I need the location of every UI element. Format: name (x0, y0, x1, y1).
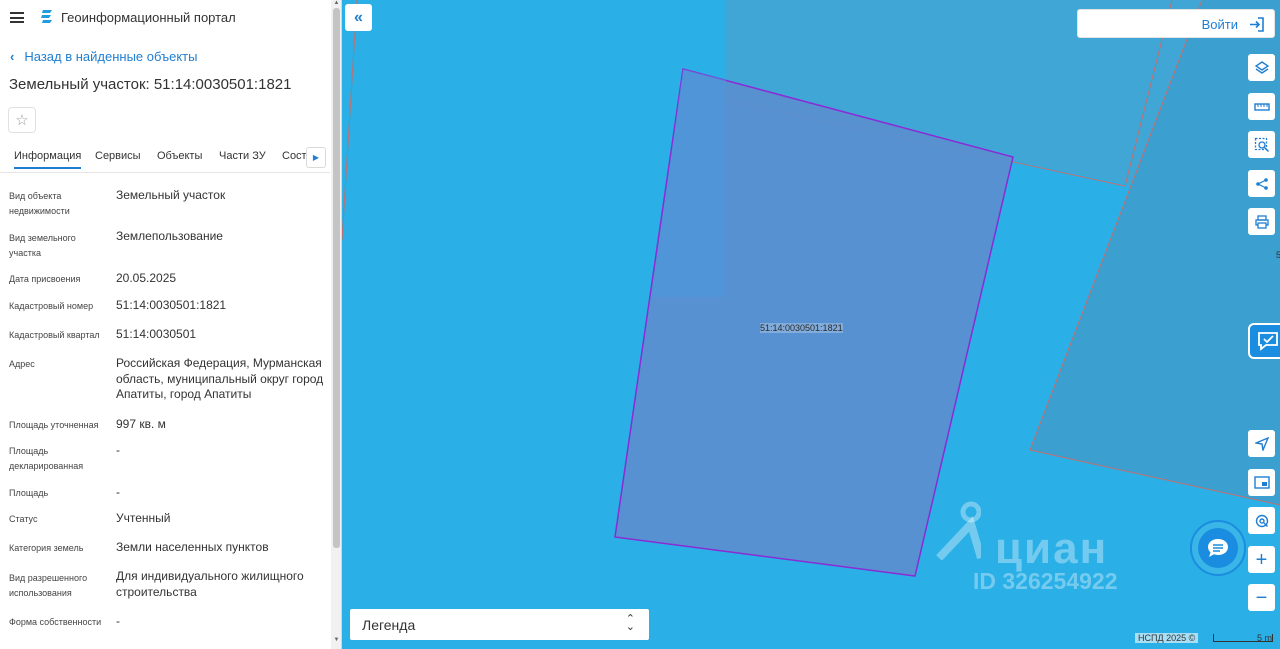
attr-value: - (116, 614, 120, 628)
back-link-label: Назад в найденные объекты (24, 49, 198, 64)
attr-label: Дата присвоения (9, 274, 81, 284)
info-panel: Геоинформационный портал ‹ Назад в найден… (0, 0, 342, 649)
attr-label: Вид земельного участка (9, 233, 76, 258)
feedback-icon (1258, 332, 1278, 351)
select-area-button[interactable] (1248, 131, 1275, 158)
attr-value: - (116, 485, 120, 499)
attr-label: Форма собственности (9, 617, 102, 627)
attr-value: Учтенный (116, 511, 171, 525)
attr-value: - (116, 443, 120, 457)
app-title: Геоинформационный портал (61, 10, 236, 25)
scroll-up-icon[interactable]: ▲ (332, 0, 341, 6)
ruler-icon (1253, 102, 1270, 111)
print-icon (1254, 214, 1269, 229)
geo-search-icon (1255, 514, 1268, 527)
attr-label: Площадь уточненная (9, 420, 99, 430)
menu-icon[interactable] (10, 12, 24, 23)
watermark-id: ID 326254922 (973, 568, 1118, 594)
print-button[interactable] (1248, 208, 1275, 235)
back-link[interactable]: ‹ Назад в найденные объекты (10, 49, 197, 64)
attr-label: Статус (9, 514, 38, 524)
attr-value: 51:14:0030501:1821 (116, 298, 227, 312)
chat-button[interactable] (1190, 520, 1246, 576)
minimap-icon (1253, 476, 1270, 489)
login-icon (1250, 17, 1264, 32)
attr-value: 20.05.2025 (116, 271, 177, 285)
login-button[interactable]: Войти (1077, 9, 1275, 38)
scroll-down-icon[interactable]: ▼ (332, 637, 341, 643)
layers-icon (1254, 60, 1269, 74)
legend-dropdown[interactable]: Легенда ⌃ ⌄ (350, 609, 649, 640)
logo-icon (41, 10, 52, 23)
legend-label: Легенда (362, 617, 416, 633)
minimap-button[interactable] (1248, 469, 1275, 496)
watermark-brand: циан (995, 524, 1109, 573)
attr-value: Землепользование (116, 229, 223, 243)
attr-value: Российская Федерация, Мурманская область… (116, 356, 324, 401)
scrollbar-thumb[interactable] (333, 8, 340, 548)
ruler-button[interactable] (1248, 93, 1275, 120)
tab-parts[interactable]: Части ЗУ (219, 150, 266, 162)
tab-services[interactable]: Сервисы (95, 150, 141, 162)
attr-label: Вид разрешенного использования (9, 573, 88, 598)
collapse-panel-button[interactable]: « (345, 4, 372, 31)
select-area-icon (1254, 137, 1269, 152)
locate-button[interactable] (1248, 430, 1275, 457)
map-attribution: НСПД 2025 © (1135, 633, 1199, 643)
chevron-left-icon: ‹ (10, 49, 15, 64)
parcel-label: 51:14:0030501:1821 (760, 323, 843, 333)
neighbor-boundary-left (342, 0, 358, 241)
up-down-chevron-icon: ⌃ ⌄ (625, 613, 635, 633)
zoom-out-icon: − (1255, 586, 1268, 609)
zoom-in-icon: + (1255, 548, 1268, 571)
attr-label: Кадастровый номер (9, 301, 94, 311)
favorite-button[interactable]: ☆ (8, 107, 36, 133)
attr-value: 997 кв. м (116, 417, 166, 431)
share-icon (1255, 177, 1268, 190)
attr-label: Кадастровый квартал (9, 330, 100, 340)
geo-search-button[interactable] (1248, 507, 1275, 534)
attr-label: Категория земель (9, 543, 84, 553)
map-scale: 5 m (1213, 634, 1273, 643)
panel-scrollbar[interactable]: ▲ ▼ (331, 0, 341, 649)
tabs-next-button[interactable]: ▶ (306, 147, 326, 168)
attr-value: Земли населенных пунктов (116, 540, 269, 554)
zoom-in-button[interactable]: + (1248, 546, 1275, 573)
attr-value: 51:14:0030501 (116, 327, 197, 341)
watermark-pin-icon (936, 501, 981, 560)
feedback-button[interactable] (1248, 323, 1280, 359)
tab-objects[interactable]: Объекты (157, 150, 202, 162)
share-button[interactable] (1248, 170, 1275, 197)
object-title: Земельный участок: 51:14:0030501:1821 (9, 76, 292, 93)
login-label: Войти (1201, 17, 1238, 32)
chat-icon (1208, 539, 1228, 557)
attr-label: Адрес (9, 359, 35, 369)
double-chevron-left-icon: « (354, 8, 363, 26)
parcel-overlap (652, 69, 726, 297)
edge-number: 5 (1276, 250, 1280, 260)
locate-icon (1254, 436, 1269, 451)
layers-button[interactable] (1248, 54, 1275, 81)
tab-information[interactable]: Информация (14, 150, 82, 169)
panel-header: Геоинформационный портал (0, 0, 330, 36)
attr-label: Площадь декларированная (9, 446, 84, 471)
attr-label: Площадь (9, 488, 49, 498)
attr-value: Для индивидуального жилищного строительс… (116, 569, 304, 599)
attr-label: Вид объекта недвижимости (9, 191, 70, 216)
attr-value: Земельный участок (116, 188, 226, 202)
star-icon: ☆ (15, 112, 29, 129)
tab-bar: Информация Сервисы Объекты Части ЗУ Сост… (0, 146, 330, 173)
zoom-out-button[interactable]: − (1248, 584, 1275, 611)
chevron-right-icon: ▶ (312, 153, 320, 162)
